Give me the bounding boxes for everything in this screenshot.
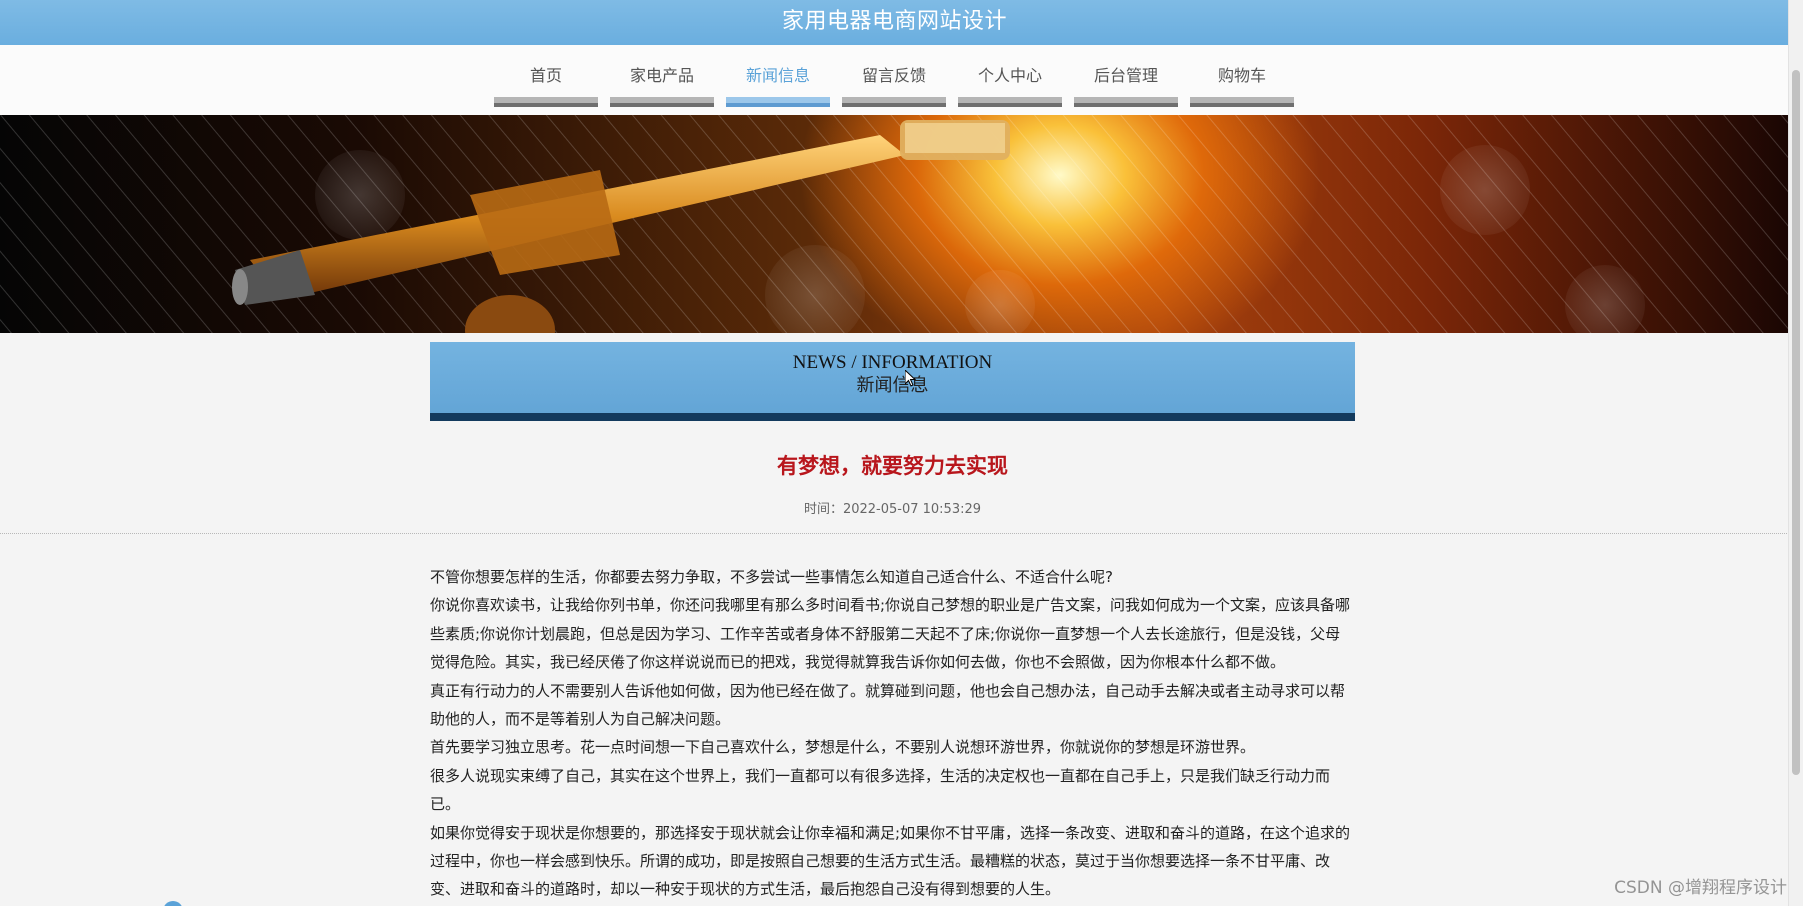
mouse-cursor-icon [905, 370, 917, 387]
site-title-bar: 家用电器电商网站设计 [0, 0, 1789, 45]
article-paragraph: 你说你喜欢读书，让我给你列书单，你还问我哪里有那么多时间看书;你说自己梦想的职业… [430, 596, 1351, 672]
microphone-illustration [0, 115, 1789, 333]
article-timestamp: 时间：2022-05-07 10:53:29 [803, 502, 982, 517]
article-title: 有梦想，就要努力去实现 [777, 454, 1008, 478]
section-title-en: NEWS / INFORMATION [792, 352, 993, 373]
article-paragraph: 如果你觉得安于现状是你想要的，那选择安于现状就会让你幸福和满足;如果你不甘平庸，… [430, 823, 1351, 899]
site-title: 家用电器电商网站设计 [781, 9, 1007, 34]
vertical-scrollbar[interactable] [1788, 0, 1803, 906]
main-nav: 首页 家电产品 新闻信息 留言反馈 个人中心 后台管理 购物车 [0, 45, 1789, 115]
nav-item-profile[interactable]: 个人中心 [958, 45, 1062, 107]
nav-item-products[interactable]: 家电产品 [610, 45, 714, 107]
article-paragraph: 真正有行动力的人不需要别人告诉他如何做，因为他已经在做了。就算碰到问题，他也会自… [430, 681, 1346, 729]
article-paragraph: 首先要学习独立思考。花一点时间想一下自己喜欢什么，梦想是什么，不要别人说想环游世… [430, 738, 1256, 757]
banner-image [0, 115, 1789, 333]
nav-item-news[interactable]: 新闻信息 [726, 45, 830, 107]
section-title-cn: 新闻信息 [856, 375, 929, 395]
floating-badge[interactable] [163, 901, 183, 906]
page: 家用电器电商网站设计 首页 家电产品 新闻信息 留言反馈 个人中心 后台管理 购… [0, 0, 1803, 906]
nav-item-admin[interactable]: 后台管理 [1074, 45, 1178, 107]
watermark-text: CSDN @增翔程序设计 [1614, 878, 1787, 898]
scrollbar-thumb[interactable] [1792, 70, 1800, 775]
section-header: NEWS / INFORMATION 新闻信息 [430, 342, 1355, 421]
article-paragraph: 很多人说现实束缚了自己，其实在这个世界上，我们一直都可以有很多选择，生活的决定权… [430, 766, 1331, 814]
article-paragraph: 不管你想要怎样的生活，你都要去努力争取，不多尝试一些事情怎么知道自己适合什么、不… [430, 568, 1113, 586]
article-body: 不管你想要怎样的生活，你都要去努力争取，不多尝试一些事情怎么知道自己适合什么、不… [430, 563, 1355, 904]
nav-item-cart[interactable]: 购物车 [1190, 45, 1294, 107]
divider [0, 533, 1789, 534]
nav-item-home[interactable]: 首页 [494, 45, 598, 107]
nav-list: 首页 家电产品 新闻信息 留言反馈 个人中心 后台管理 购物车 [494, 45, 1294, 107]
nav-item-feedback[interactable]: 留言反馈 [842, 45, 946, 107]
